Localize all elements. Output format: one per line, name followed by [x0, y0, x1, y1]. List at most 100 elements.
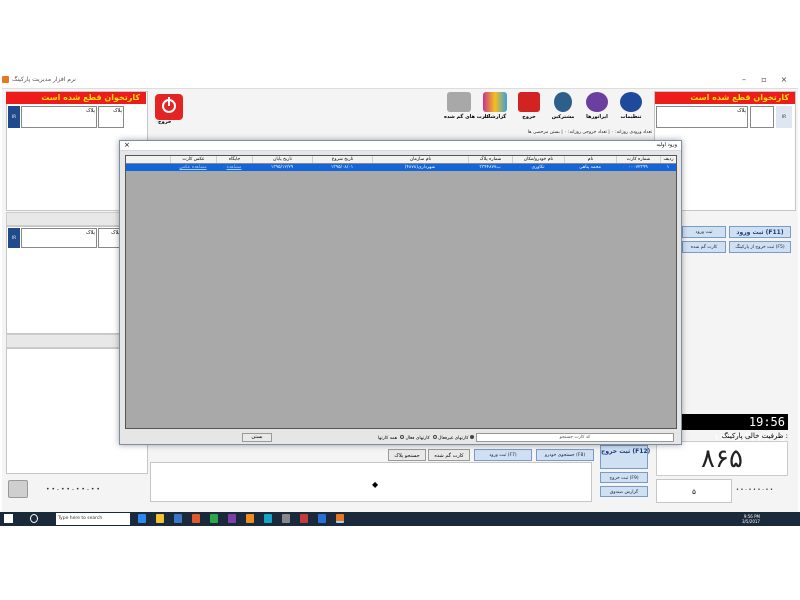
window-title: نرم افزار مدیریت پارکینگ — [12, 76, 76, 83]
exit-f9-button[interactable]: ثبت خروج (F9) — [600, 472, 648, 483]
taskbar-clock: 9:56 PM 3/5/2017 — [742, 514, 760, 524]
left-plate-slot-1: پلاک — [21, 106, 97, 128]
table-cell-name: محمد پناهی — [579, 165, 601, 170]
stop-icon — [518, 92, 540, 112]
table-cell-index: ۱ — [666, 165, 670, 170]
radio-active-label[interactable]: کارتهای فعال — [405, 436, 429, 441]
toolbar-lost-cards[interactable]: کارت های گم شده — [444, 92, 489, 124]
store-icon[interactable] — [174, 514, 182, 523]
report-shift-button[interactable]: گزارش صندوق — [600, 486, 648, 497]
explorer-icon[interactable] — [156, 514, 164, 523]
bottom-middle-panel — [150, 462, 592, 502]
find-vehicle-button[interactable]: جستجوی خودرو (F8) — [536, 449, 594, 461]
right-card-reader-banner: کارتخوان قطع شده است — [655, 92, 795, 104]
exit-main-button[interactable]: ثبت خروج (F12) — [600, 445, 650, 469]
column-header[interactable]: نام سازمان — [372, 156, 468, 163]
taskbar-date: 3/5/2017 — [742, 519, 760, 524]
column-header[interactable]: تاریخ پایان — [252, 156, 312, 163]
close-button[interactable]: × — [776, 74, 792, 85]
radio-inactive-label[interactable]: کارتهای غیرفعال — [438, 436, 469, 441]
dialog-close-button[interactable]: × — [124, 141, 130, 150]
toolbar-settings[interactable]: تنظیمات — [616, 92, 646, 124]
radio-active[interactable] — [400, 435, 404, 439]
parking-app-taskbar-icon[interactable] — [336, 514, 344, 523]
toolbar-stop-label: خروج — [522, 114, 536, 120]
table-cell-card_no: ۰۰۰۷۲۳۹۹ — [628, 165, 648, 170]
reports-icon — [483, 92, 507, 112]
app-icon-8[interactable] — [282, 514, 290, 523]
column-header[interactable]: ردیف — [660, 156, 676, 163]
right-plate-slot-2 — [750, 106, 774, 128]
dialog-title-bar: ورود اولیه × — [120, 141, 681, 151]
settings-icon — [620, 92, 642, 112]
column-header[interactable]: جایگاه — [216, 156, 252, 163]
printer-icon[interactable] — [8, 480, 28, 498]
left-card-reader-banner: کارتخوان قطع شده است — [6, 92, 146, 104]
media-icon[interactable] — [192, 514, 200, 523]
column-header[interactable]: عکس کارت — [170, 156, 216, 163]
left-dots-indicator: • • - • • - • • - • • — [46, 486, 100, 493]
cards-grid[interactable]: ردیف شماره کارت نام نام خودرو/مکان شماره پلا… — [125, 155, 677, 429]
app-window: نرم افزار مدیریت پارکینگ – ▫ × کارتخوان … — [0, 0, 800, 600]
remote-icon[interactable] — [264, 514, 272, 523]
exit-power-icon[interactable] — [155, 94, 183, 120]
maximize-button[interactable]: ▫ — [756, 74, 772, 85]
entry-submit-button[interactable]: ثبت ورود (F11) — [729, 226, 791, 238]
toolbar-settings-label: تنظیمات — [620, 114, 642, 120]
radio-all[interactable] — [470, 435, 474, 439]
edge-icon[interactable] — [138, 514, 146, 523]
toolbar-stop[interactable]: خروج — [514, 92, 544, 124]
toolbar-operators-label: اپراتورها — [586, 114, 608, 120]
entry-submit-small-button[interactable]: ثبت ورود — [682, 226, 726, 238]
column-header[interactable]: شماره کارت — [616, 156, 660, 163]
table-cell-slot[interactable]: مشاهده — [216, 164, 252, 171]
right-plate-slot: پلاک — [656, 106, 748, 128]
toolbar-subscribers-label: مشترکین — [551, 114, 575, 120]
app-icon — [2, 76, 9, 83]
capacity-label: ظرفیت خالی پارکینگ : — [721, 432, 788, 440]
entry-f7-button[interactable]: ثبت ورود (F7) — [474, 449, 532, 461]
minimize-button[interactable]: – — [736, 74, 752, 85]
toolbar-subscribers[interactable]: مشترکین — [548, 92, 578, 124]
lost-cards-icon — [447, 92, 471, 112]
app-icon-9[interactable] — [300, 514, 308, 523]
table-cell-plate: ۳۳ب۴۴۸۷۷ — [479, 165, 501, 170]
column-header[interactable]: تاریخ شروع — [312, 156, 372, 163]
folder-icon[interactable] — [246, 514, 254, 523]
card-search-input[interactable]: کد کارت جستجو — [476, 433, 674, 442]
column-header[interactable]: نام خودرو/مکان — [512, 156, 564, 163]
capacity-value: ۸۶۵ — [656, 441, 788, 476]
operators-icon — [586, 92, 608, 112]
windows-start-icon[interactable] — [4, 514, 13, 523]
toolbar-operators[interactable]: اپراتورها — [582, 92, 612, 124]
table-cell-org: شهرداری(۴۸۷۸) — [404, 165, 436, 170]
footer-dots: • • - • • • - • • — [736, 487, 773, 493]
column-header[interactable]: نام — [564, 156, 616, 163]
exit-record-button[interactable]: ثبت خروج از پارکینگ (F5) — [729, 241, 791, 253]
lost-card-button[interactable]: کارت گم شده — [682, 241, 726, 253]
cards-dialog: ورود اولیه × ردیف شماره کارت نام نام خودرو/… — [119, 140, 682, 445]
radio-inactive[interactable] — [432, 435, 437, 439]
card-filter-radios[interactable]: کارتهای غیرفعال کارتهای فعال همه کارتها — [310, 434, 474, 443]
table-row[interactable]: ۱ ۰۰۰۷۲۳۹۹ محمد پناهی تکاوری ۳۳ب۴۴۸۷۷ شهرداری… — [126, 164, 676, 171]
dialog-title: ورود اولیه — [656, 142, 677, 148]
table-cell-start: ۱۳۹۵/۰۸/۰۱ — [330, 165, 354, 170]
table-cell-end: ۱۳۹۵/۱۲/۲۹ — [270, 165, 294, 170]
table-cell-photo[interactable]: مشاهده عکس — [170, 164, 216, 171]
vs-icon[interactable] — [228, 514, 236, 523]
exit-label: خروج — [158, 119, 172, 125]
cortana-icon[interactable] — [30, 514, 38, 523]
radio-all-label[interactable]: همه کارتها — [378, 436, 397, 441]
column-header[interactable]: شماره پلاک — [468, 156, 512, 163]
grid-header-row: ردیف شماره کارت نام نام خودرو/مکان شماره پلا… — [126, 156, 676, 164]
subscribers-icon — [554, 92, 572, 112]
app-icon-10[interactable] — [318, 514, 326, 523]
table-cell-vehicle: تکاوری — [531, 165, 545, 170]
search-plate-button[interactable]: جستجو پلاک — [388, 449, 426, 461]
dialog-close-action-button[interactable]: بستن — [242, 433, 272, 442]
taskbar-search-input[interactable]: Type here to search — [56, 513, 130, 525]
lost-card-bottom-button[interactable]: کارت گم شده — [428, 449, 470, 461]
info-strip: تعداد ورودی روزانه: ۰ | تعداد خروجی روزا… — [527, 130, 652, 135]
left-plate-slot-2: پلاک — [98, 106, 124, 128]
excel-icon[interactable] — [210, 514, 218, 523]
